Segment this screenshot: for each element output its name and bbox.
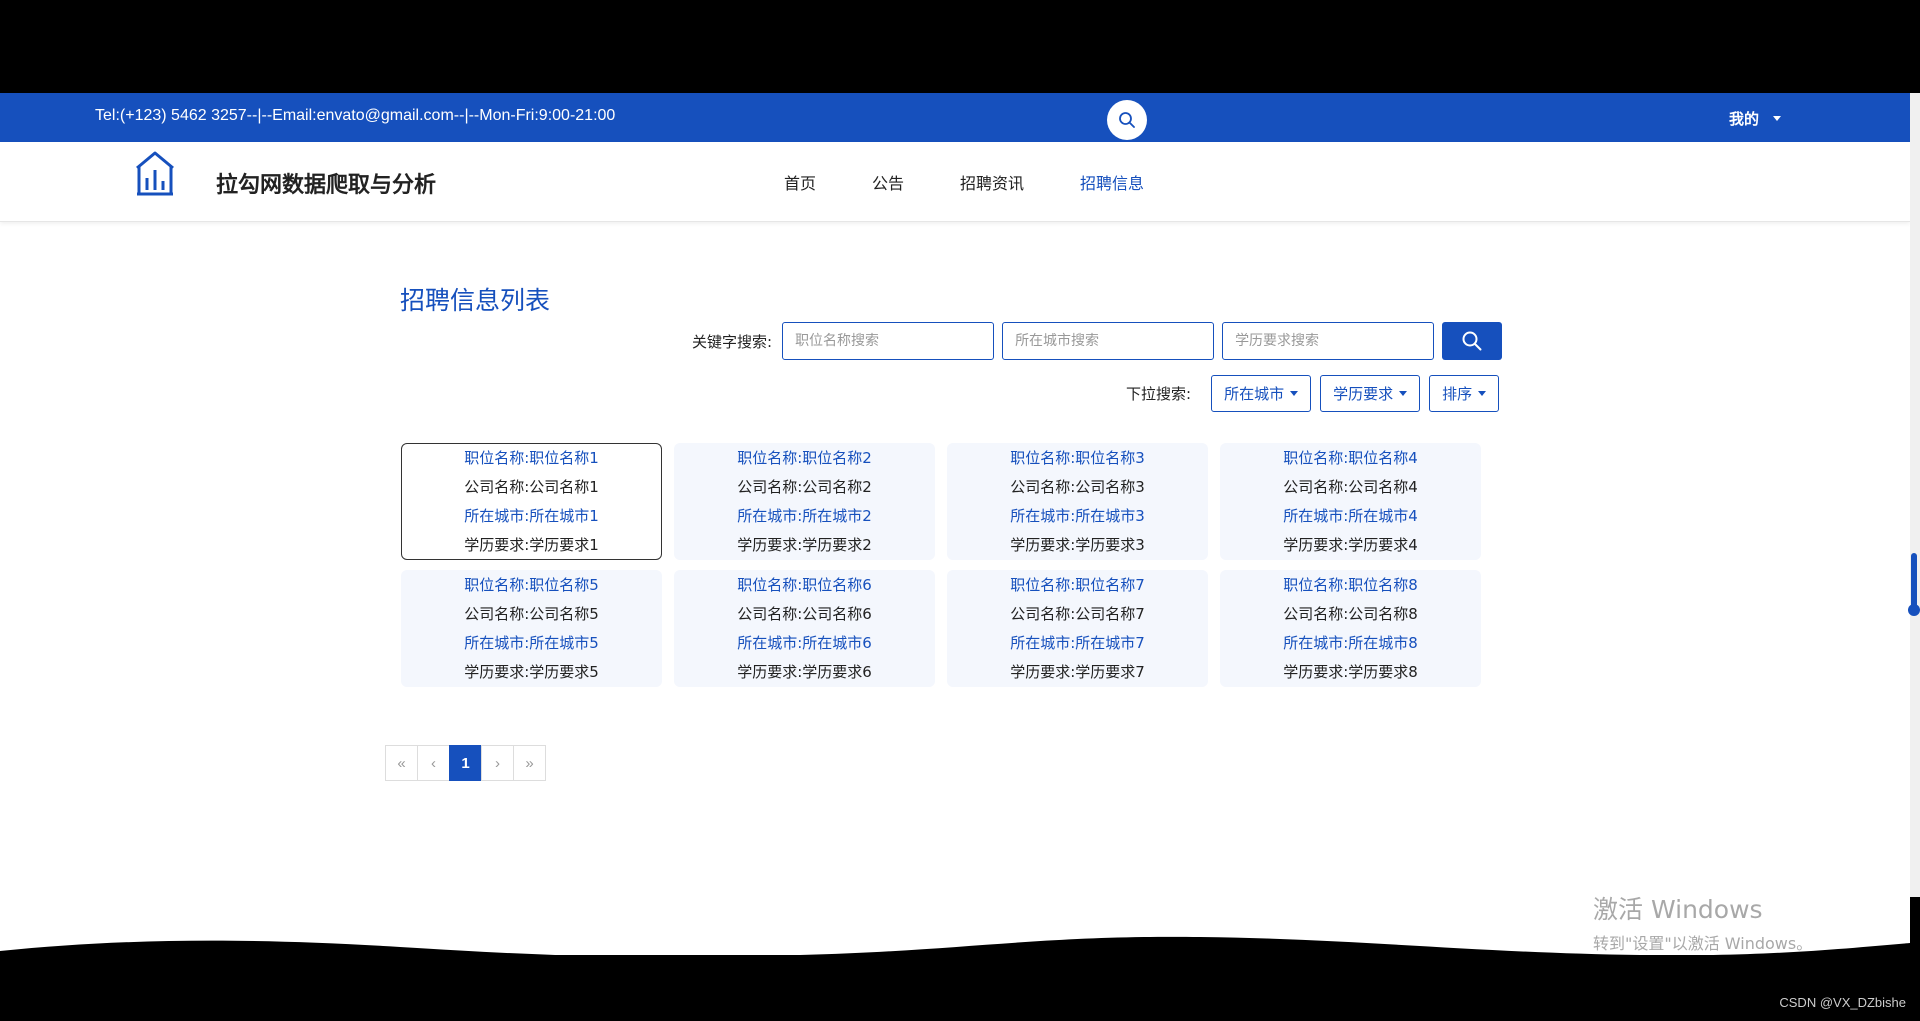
job-name: 职位名称:职位名称2: [737, 448, 872, 467]
job-name: 职位名称:职位名称3: [1010, 448, 1145, 467]
page-scrollbar[interactable]: [1910, 93, 1920, 897]
pagination-prev[interactable]: ‹: [417, 745, 450, 781]
scrollbar-handle[interactable]: [1908, 604, 1920, 616]
company-name: 公司名称:公司名称3: [1010, 477, 1145, 496]
job-name: 职位名称:职位名称1: [464, 448, 599, 467]
search-submit-button[interactable]: [1442, 322, 1503, 360]
company-name: 公司名称:公司名称5: [464, 604, 599, 623]
education-search-input[interactable]: [1222, 322, 1435, 360]
nav-item-recruit-info[interactable]: 招聘信息: [1080, 170, 1144, 194]
site-title: 拉勾网数据爬取与分析: [216, 173, 437, 198]
company-name: 公司名称:公司名称6: [737, 604, 872, 623]
job-city: 所在城市:所在城市7: [1010, 633, 1145, 652]
footer-wave: [0, 936, 1910, 955]
company-name: 公司名称:公司名称1: [464, 477, 599, 496]
user-menu-label: 我的: [1729, 110, 1760, 128]
pagination: « ‹ 1 › »: [385, 745, 546, 781]
job-card[interactable]: 职位名称:职位名称4 公司名称:公司名称4 所在城市:所在城市4 学历要求:学历…: [1220, 443, 1481, 560]
chevron-down-icon: [1290, 391, 1299, 396]
job-education: 学历要求:学历要求4: [1283, 535, 1418, 554]
search-icon: [1119, 112, 1135, 128]
page-title: 招聘信息列表: [400, 286, 551, 315]
top-search-button[interactable]: [1107, 100, 1147, 140]
keyword-search-row: 关键字搜索:: [692, 322, 1503, 360]
top-info-bar: Tel:(+123) 5462 3257--|--Email:envato@gm…: [0, 93, 1910, 142]
chevron-down-icon: [1399, 391, 1408, 396]
pagination-page-1[interactable]: 1: [449, 745, 482, 781]
city-dropdown-label: 所在城市: [1224, 385, 1285, 403]
job-city: 所在城市:所在城市6: [737, 633, 872, 652]
job-name: 职位名称:职位名称6: [737, 575, 872, 594]
dropdown-search-label: 下拉搜索:: [1126, 385, 1192, 403]
credit-text: CSDN @VX_DZbishe: [1779, 995, 1906, 1010]
job-education: 学历要求:学历要求3: [1010, 535, 1145, 554]
job-card[interactable]: 职位名称:职位名称6 公司名称:公司名称6 所在城市:所在城市6 学历要求:学历…: [674, 570, 935, 687]
education-dropdown[interactable]: 学历要求: [1320, 375, 1421, 412]
contact-info: Tel:(+123) 5462 3257--|--Email:envato@gm…: [95, 107, 616, 124]
nav-item-home[interactable]: 首页: [784, 170, 816, 194]
company-name: 公司名称:公司名称2: [737, 477, 872, 496]
job-education: 学历要求:学历要求7: [1010, 662, 1145, 681]
chevron-down-icon: [1478, 391, 1487, 396]
nav-menu: 首页 公告 招聘资讯 招聘信息: [784, 170, 1200, 194]
job-card[interactable]: 职位名称:职位名称1 公司名称:公司名称1 所在城市:所在城市1 学历要求:学历…: [401, 443, 662, 560]
company-name: 公司名称:公司名称8: [1283, 604, 1418, 623]
chevron-down-icon: [1773, 116, 1782, 121]
browser-page: Tel:(+123) 5462 3257--|--Email:envato@gm…: [0, 93, 1910, 955]
nav-item-recruit-news[interactable]: 招聘资讯: [960, 170, 1024, 194]
search-icon: [1462, 331, 1482, 351]
job-education: 学历要求:学历要求6: [737, 662, 872, 681]
watermark-line1: 激活 Windows: [1593, 895, 1763, 924]
job-education: 学历要求:学历要求2: [737, 535, 872, 554]
job-card[interactable]: 职位名称:职位名称2 公司名称:公司名称2 所在城市:所在城市2 学历要求:学历…: [674, 443, 935, 560]
job-city: 所在城市:所在城市4: [1283, 506, 1418, 525]
job-name: 职位名称:职位名称4: [1283, 448, 1418, 467]
scrollbar-thumb[interactable]: [1911, 553, 1917, 611]
job-city: 所在城市:所在城市8: [1283, 633, 1418, 652]
user-menu-dropdown[interactable]: 我的: [1729, 108, 1782, 129]
company-name: 公司名称:公司名称7: [1010, 604, 1145, 623]
pagination-last[interactable]: »: [513, 745, 546, 781]
pagination-next[interactable]: ›: [481, 745, 514, 781]
job-education: 学历要求:学历要求1: [464, 535, 599, 554]
logo-house-icon: [136, 151, 174, 196]
education-dropdown-label: 学历要求: [1333, 385, 1394, 403]
job-card[interactable]: 职位名称:职位名称5 公司名称:公司名称5 所在城市:所在城市5 学历要求:学历…: [401, 570, 662, 687]
job-name: 职位名称:职位名称8: [1283, 575, 1418, 594]
job-education: 学历要求:学历要求5: [464, 662, 599, 681]
job-name-search-input[interactable]: [782, 322, 995, 360]
job-city: 所在城市:所在城市5: [464, 633, 599, 652]
job-city: 所在城市:所在城市3: [1010, 506, 1145, 525]
job-name: 职位名称:职位名称7: [1010, 575, 1145, 594]
company-name: 公司名称:公司名称4: [1283, 477, 1418, 496]
job-education: 学历要求:学历要求8: [1283, 662, 1418, 681]
job-card[interactable]: 职位名称:职位名称8 公司名称:公司名称8 所在城市:所在城市8 学历要求:学历…: [1220, 570, 1481, 687]
dropdown-search-row: 下拉搜索: 所在城市 学历要求 排序: [1126, 375, 1508, 412]
sort-dropdown-label: 排序: [1442, 385, 1473, 403]
job-city: 所在城市:所在城市2: [737, 506, 872, 525]
sort-dropdown[interactable]: 排序: [1429, 375, 1500, 412]
pagination-first[interactable]: «: [385, 745, 418, 781]
job-card-grid: 职位名称:职位名称1 公司名称:公司名称1 所在城市:所在城市1 学历要求:学历…: [401, 443, 1481, 687]
city-dropdown[interactable]: 所在城市: [1211, 375, 1312, 412]
keyword-search-label: 关键字搜索:: [692, 332, 773, 351]
job-city: 所在城市:所在城市1: [464, 506, 599, 525]
nav-item-announcements[interactable]: 公告: [872, 170, 904, 194]
job-card[interactable]: 职位名称:职位名称3 公司名称:公司名称3 所在城市:所在城市3 学历要求:学历…: [947, 443, 1208, 560]
job-name: 职位名称:职位名称5: [464, 575, 599, 594]
black-letterbox-top: [0, 0, 1920, 93]
main-navbar: 拉勾网数据爬取与分析 首页 公告 招聘资讯 招聘信息: [0, 142, 1910, 222]
job-card[interactable]: 职位名称:职位名称7 公司名称:公司名称7 所在城市:所在城市7 学历要求:学历…: [947, 570, 1208, 687]
city-search-input[interactable]: [1002, 322, 1215, 360]
